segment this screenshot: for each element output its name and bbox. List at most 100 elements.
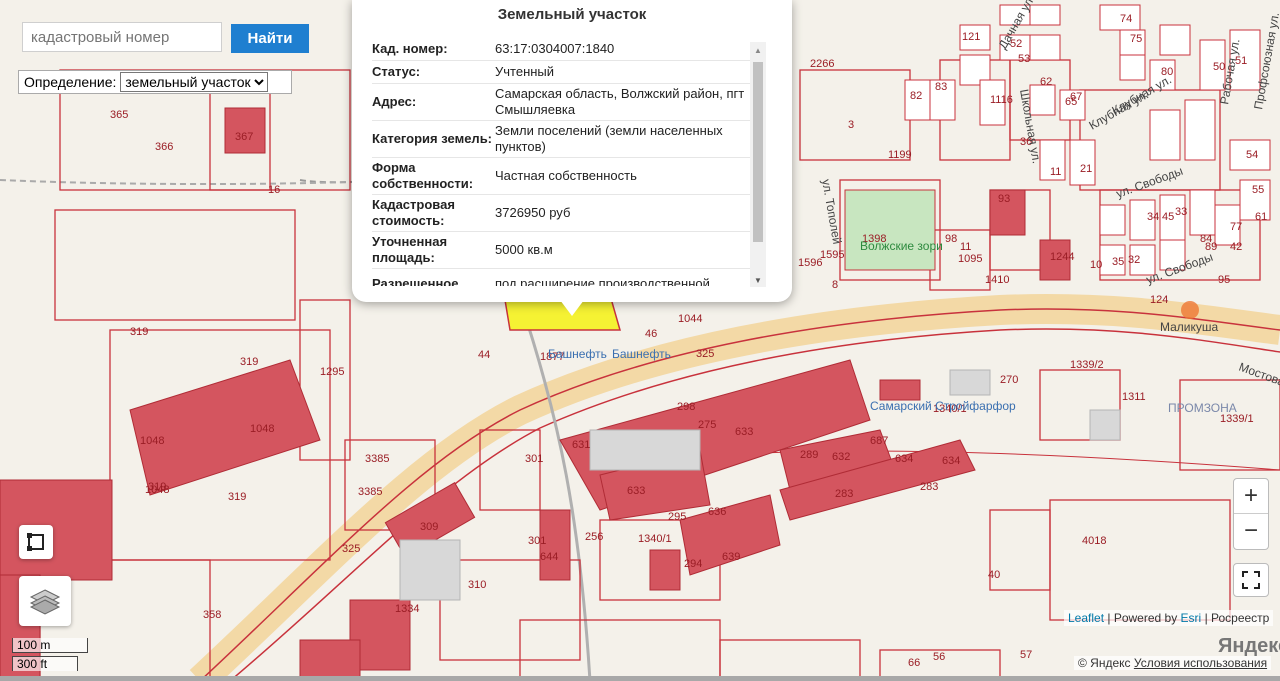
parcel-number-label: 55 [1252,184,1264,196]
scale-metric: 100 m [12,638,88,653]
info-row: Статус: Учтенный [372,61,750,84]
parcel-number-label: 325 [696,348,714,360]
parcel-number-label: 2266 [810,58,834,70]
parcel-number-label: 98 [945,233,957,245]
draw-tool-button[interactable] [19,525,53,559]
zoom-in-button[interactable]: + [1234,479,1268,513]
bottom-bar [0,676,1280,681]
parcel-number-label: 366 [155,141,173,153]
parcel-number-label: 34 [1147,211,1159,223]
parcel-number-label: 77 [1230,221,1242,233]
popup-title: Земельный участок [497,6,647,23]
parcel-number-label: 283 [920,481,938,493]
parcel-number-label: 33 [1175,206,1187,218]
parcel-number-label: 295 [668,511,686,523]
parcel-number-label: 310 [468,579,486,591]
parcel-number-label: 319 [148,481,166,493]
parcel-number-label: 325 [342,543,360,555]
parcel-number-label: 687 [870,435,888,447]
parcel-number-label: 66 [908,657,920,669]
parcel-number-label: 44 [478,349,490,361]
zoom-out-button[interactable]: − [1234,514,1268,548]
parcel-number-label: 1340/1 [638,533,672,545]
search-button[interactable]: Найти [231,24,309,53]
definition-row: Определение: земельный участок [18,70,292,94]
parcel-number-label: 1048 [250,423,274,435]
parcel-number-label: 283 [835,488,853,500]
parcel-number-label: 319 [240,356,258,368]
parcel-number-label: 45 [1162,211,1174,223]
parcel-number-label: 83 [935,81,947,93]
info-row: Категория земель: Земли поселений (земли … [372,121,750,158]
parcel-info-popup: Земельный участок Кад. номер: 63:17:03040… [352,0,792,302]
info-value: 3726950 руб [495,205,571,220]
scroll-thumb[interactable] [753,62,763,242]
parcel-number-label: 3 [848,119,854,131]
parcel-number-label: 632 [832,451,850,463]
info-key: Разрешенное [372,276,459,286]
parcel-number-label: 319 [130,326,148,338]
parcel-number-label: 1334 [395,603,419,615]
parcel-number-label: 3385 [365,453,389,465]
info-value: Земли поселений (земли населенных пункто… [495,123,723,154]
parcel-number-label: 93 [998,193,1010,205]
definition-select[interactable]: земельный участок [120,72,269,92]
parcel-number-label: 1095 [958,253,982,265]
info-key: Кад. номер: [372,41,448,56]
parcel-number-label: 21 [1080,163,1092,175]
parcel-number-label: 309 [420,521,438,533]
info-key: Кадастровая стоимость: [372,197,455,228]
powered-by-text: | Powered by [1107,611,1178,625]
scroll-down-arrow-icon[interactable]: ▼ [754,276,762,285]
parcel-number-label: 294 [684,558,702,570]
popup-scrollbar[interactable]: ▲ ▼ [750,42,766,287]
parcel-number-label: 74 [1120,13,1132,25]
terms-of-use-link[interactable]: Условия использования [1134,656,1267,670]
info-row: Адрес: Самарская область, Волжский район,… [372,84,750,121]
esri-link[interactable]: Esri [1181,611,1202,625]
parcel-number-label: 1048 [140,435,164,447]
parcel-number-label: 1339/2 [1070,359,1104,371]
draw-square-icon [27,533,44,551]
info-row: Кад. номер: 63:17:0304007:1840 [372,38,750,61]
parcel-number-label: 57 [1020,649,1032,661]
poi-label: ПРОМЗОНА [1168,401,1237,415]
info-row: Разрешенное под расширение производственн… [372,269,750,286]
info-key: Статус: [372,64,421,79]
parcel-number-label: 3385 [358,486,382,498]
rosreestr-text: | Росреестр [1204,611,1270,625]
info-key: Категория земель: [372,131,493,146]
layers-button[interactable] [19,576,71,626]
parcel-number-label: 124 [1150,294,1168,306]
parcel-number-label: 62 [1040,76,1052,88]
scroll-up-arrow-icon[interactable]: ▲ [754,46,762,55]
parcel-number-label: 1199 [888,149,912,161]
parcel-number-label: 298 [677,401,695,413]
parcel-number-label: 53 [1018,53,1030,65]
parcel-number-label: 61 [1255,211,1267,223]
parcel-number-label: 4018 [1082,535,1106,547]
scale-imperial: 300 ft [12,656,78,671]
poi-label: Башнефть [548,347,607,361]
leaflet-link[interactable]: Leaflet [1068,611,1104,625]
poi-label: Волжские зори [860,239,943,253]
poi-label: Башнефть [612,347,671,361]
parcel-number-label: 270 [1000,374,1018,386]
parcel-number-label: 42 [1230,241,1242,253]
parcel-number-label: 256 [585,531,603,543]
parcel-number-label: 82 [910,90,922,102]
fullscreen-button[interactable] [1233,563,1269,597]
parcel-number-label: 1244 [1050,251,1074,263]
parcel-number-label: 35 [1112,256,1124,268]
parcel-number-label: 56 [933,651,945,663]
definition-label: Определение: [24,74,117,90]
info-key: Адрес: [372,94,417,109]
cadastral-search-input[interactable] [22,22,222,52]
popup-info-table: Кад. номер: 63:17:0304007:1840 Статус: Учт… [372,38,750,286]
parcel-number-label: 633 [627,485,645,497]
parcel-number-label: 65 [1065,96,1077,108]
parcel-number-label: 634 [895,453,913,465]
parcel-number-label: 10 [1090,259,1102,271]
parcel-number-label: 54 [1246,149,1258,161]
poi-label: Самарский Стройфарфор [870,399,1016,413]
